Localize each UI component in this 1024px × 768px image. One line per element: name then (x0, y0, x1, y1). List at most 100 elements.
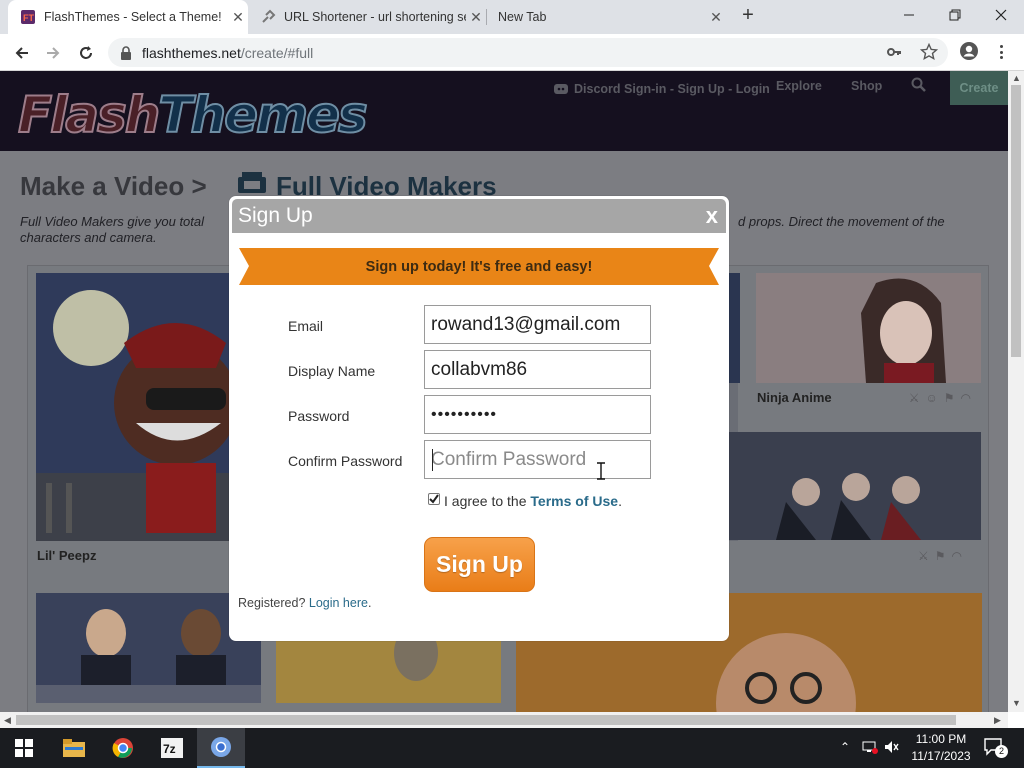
site-header: FlashThemes Discord Sign-in - Sign Up - … (0, 71, 1008, 151)
theme-card-ninja-anime[interactable]: Ninja Anime ⚔☺⚑◠ (756, 273, 981, 423)
close-window-button[interactable] (978, 0, 1024, 30)
bookmark-star-icon[interactable] (919, 42, 939, 64)
clock-time: 11:00 PM (915, 732, 967, 746)
nav-explore[interactable]: Explore (776, 79, 822, 93)
tab-title: New Tab (498, 10, 547, 24)
notification-count: 2 (995, 745, 1008, 758)
confirm-password-field[interactable] (424, 440, 651, 479)
flashthemes-logo[interactable]: FlashThemes (17, 85, 369, 145)
minimize-icon (904, 14, 914, 16)
password-label: Password (288, 408, 350, 424)
close-icon (995, 9, 1007, 21)
login-here-link[interactable]: Login here (309, 596, 368, 610)
flashthemes-favicon-icon: FT (20, 9, 36, 25)
screen: FT FlashThemes - Select a Theme! ✕ URL S… (0, 0, 1024, 768)
restore-button[interactable] (932, 0, 978, 30)
close-tab-icon[interactable]: ✕ (706, 9, 726, 26)
key-icon[interactable] (886, 44, 902, 63)
discord-signin-link[interactable]: Discord Sign-in - Sign Up - Login (553, 79, 770, 99)
feature-icons: ⚔⚑◠ (918, 549, 968, 563)
page-description-end: d props. Direct the movement of the (738, 214, 945, 229)
terms-checkbox[interactable] (428, 493, 440, 505)
browser-toolbar: flashthemes.net /create/#full (0, 34, 1024, 71)
system-clock[interactable]: 11:00 PM 11/17/2023 (906, 731, 976, 765)
nav-shop[interactable]: Shop (851, 79, 882, 93)
theme-label[interactable]: Ninja Anime (757, 390, 832, 405)
tab-url-shortener[interactable]: URL Shortener - url shortening se ✕ (248, 0, 486, 34)
clock-date: 11/17/2023 (911, 749, 971, 763)
nav-create[interactable]: Create (950, 71, 1008, 105)
chromium-icon[interactable] (197, 728, 245, 768)
address-bar[interactable]: flashthemes.net /create/#full (108, 38, 948, 67)
volume-icon[interactable] (884, 740, 900, 757)
scrollbar-thumb[interactable] (1011, 85, 1021, 357)
feature-icons: ⚔☺⚑◠ (908, 391, 977, 405)
back-button[interactable] (9, 40, 35, 66)
forward-button[interactable] (40, 40, 66, 66)
svg-text:FT: FT (23, 13, 34, 23)
notifications-icon[interactable]: 2 (984, 738, 1008, 759)
scroll-right-icon: ▶ (994, 715, 1001, 725)
close-tab-icon[interactable]: ✕ (466, 9, 486, 26)
close-tab-icon[interactable]: ✕ (228, 9, 248, 26)
modal-title: Sign Up (238, 204, 313, 227)
scroll-down-icon: ▼ (1012, 698, 1021, 708)
new-tab-button[interactable]: + (737, 4, 759, 28)
modal-header: Sign Up x (232, 199, 726, 233)
confirm-password-label: Confirm Password (288, 453, 403, 469)
confirm-password-input[interactable] (431, 448, 650, 471)
restore-icon (949, 9, 961, 21)
windows-logo-icon (15, 739, 33, 757)
theme-label[interactable]: Lil' Peepz (37, 548, 96, 563)
windows-taskbar: 7z ⌃ 11:00 PM 11/17/2023 2 (0, 728, 1024, 768)
terms-agreement: I agree to the Terms of Use. (444, 493, 622, 509)
reload-icon (80, 46, 92, 59)
text-caret (432, 449, 433, 471)
registered-text: Registered? Login here. (238, 596, 372, 610)
ibeam-cursor-icon (596, 462, 606, 483)
modal-close-button[interactable]: x (706, 203, 718, 229)
tab-title: URL Shortener - url shortening se (284, 10, 466, 24)
scrollbar-thumb[interactable] (16, 715, 956, 725)
tab-title: FlashThemes - Select a Theme! (44, 10, 222, 24)
page-description: Full Video Makers give you total charact… (20, 214, 205, 245)
file-explorer-icon[interactable] (50, 728, 98, 768)
account-icon[interactable] (959, 41, 979, 64)
url-path: /create/#full (240, 44, 314, 61)
tab-new-tab[interactable]: New Tab ✕ (486, 0, 726, 34)
tab-flashthemes[interactable]: FT FlashThemes - Select a Theme! ✕ (8, 0, 248, 34)
tray-overflow-icon[interactable]: ⌃ (840, 740, 850, 754)
lil-peepz-thumbnail (36, 273, 261, 541)
svg-text:7z: 7z (163, 742, 176, 756)
signup-submit-button[interactable]: Sign Up (424, 537, 535, 592)
network-icon[interactable] (862, 740, 878, 757)
signup-modal: Sign Up x Sign up today! It's free and e… (229, 196, 729, 641)
arrow-left-icon (15, 47, 28, 59)
menu-kebab-icon[interactable] (992, 42, 1010, 62)
arrow-right-icon (47, 47, 60, 59)
discord-icon (554, 84, 568, 94)
link-favicon-icon (260, 9, 276, 25)
terms-of-use-link[interactable]: Terms of Use (530, 493, 618, 509)
email-label: Email (288, 318, 324, 334)
promo-banner: Sign up today! It's free and easy! (239, 248, 719, 285)
horizontal-scrollbar[interactable]: ◀ ▶ (0, 712, 1008, 728)
reload-button[interactable] (73, 40, 99, 66)
search-icon[interactable] (911, 77, 927, 96)
password-field[interactable]: •••••••••• (424, 395, 651, 434)
checkmark-icon (429, 494, 439, 504)
theme-card-anime-robots[interactable] (726, 432, 981, 540)
theme-card-lil-peepz[interactable]: Lil' Peepz (36, 273, 261, 573)
url-host: flashthemes.net (142, 44, 241, 61)
scroll-up-icon: ▲ (1012, 73, 1021, 83)
7zip-icon[interactable]: 7z (148, 728, 196, 768)
breadcrumb-make-video[interactable]: Make a Video > (20, 171, 207, 202)
lock-icon[interactable] (120, 45, 132, 60)
chrome-icon[interactable] (99, 728, 147, 768)
minimize-button[interactable] (886, 0, 932, 30)
theme-card-politicians[interactable] (36, 593, 261, 703)
email-field[interactable]: rowand13@gmail.com (424, 305, 651, 344)
display-name-field[interactable]: collabvm86 (424, 350, 651, 389)
vertical-scrollbar[interactable]: ▲ ▼ (1008, 71, 1024, 712)
start-button[interactable] (0, 728, 48, 768)
